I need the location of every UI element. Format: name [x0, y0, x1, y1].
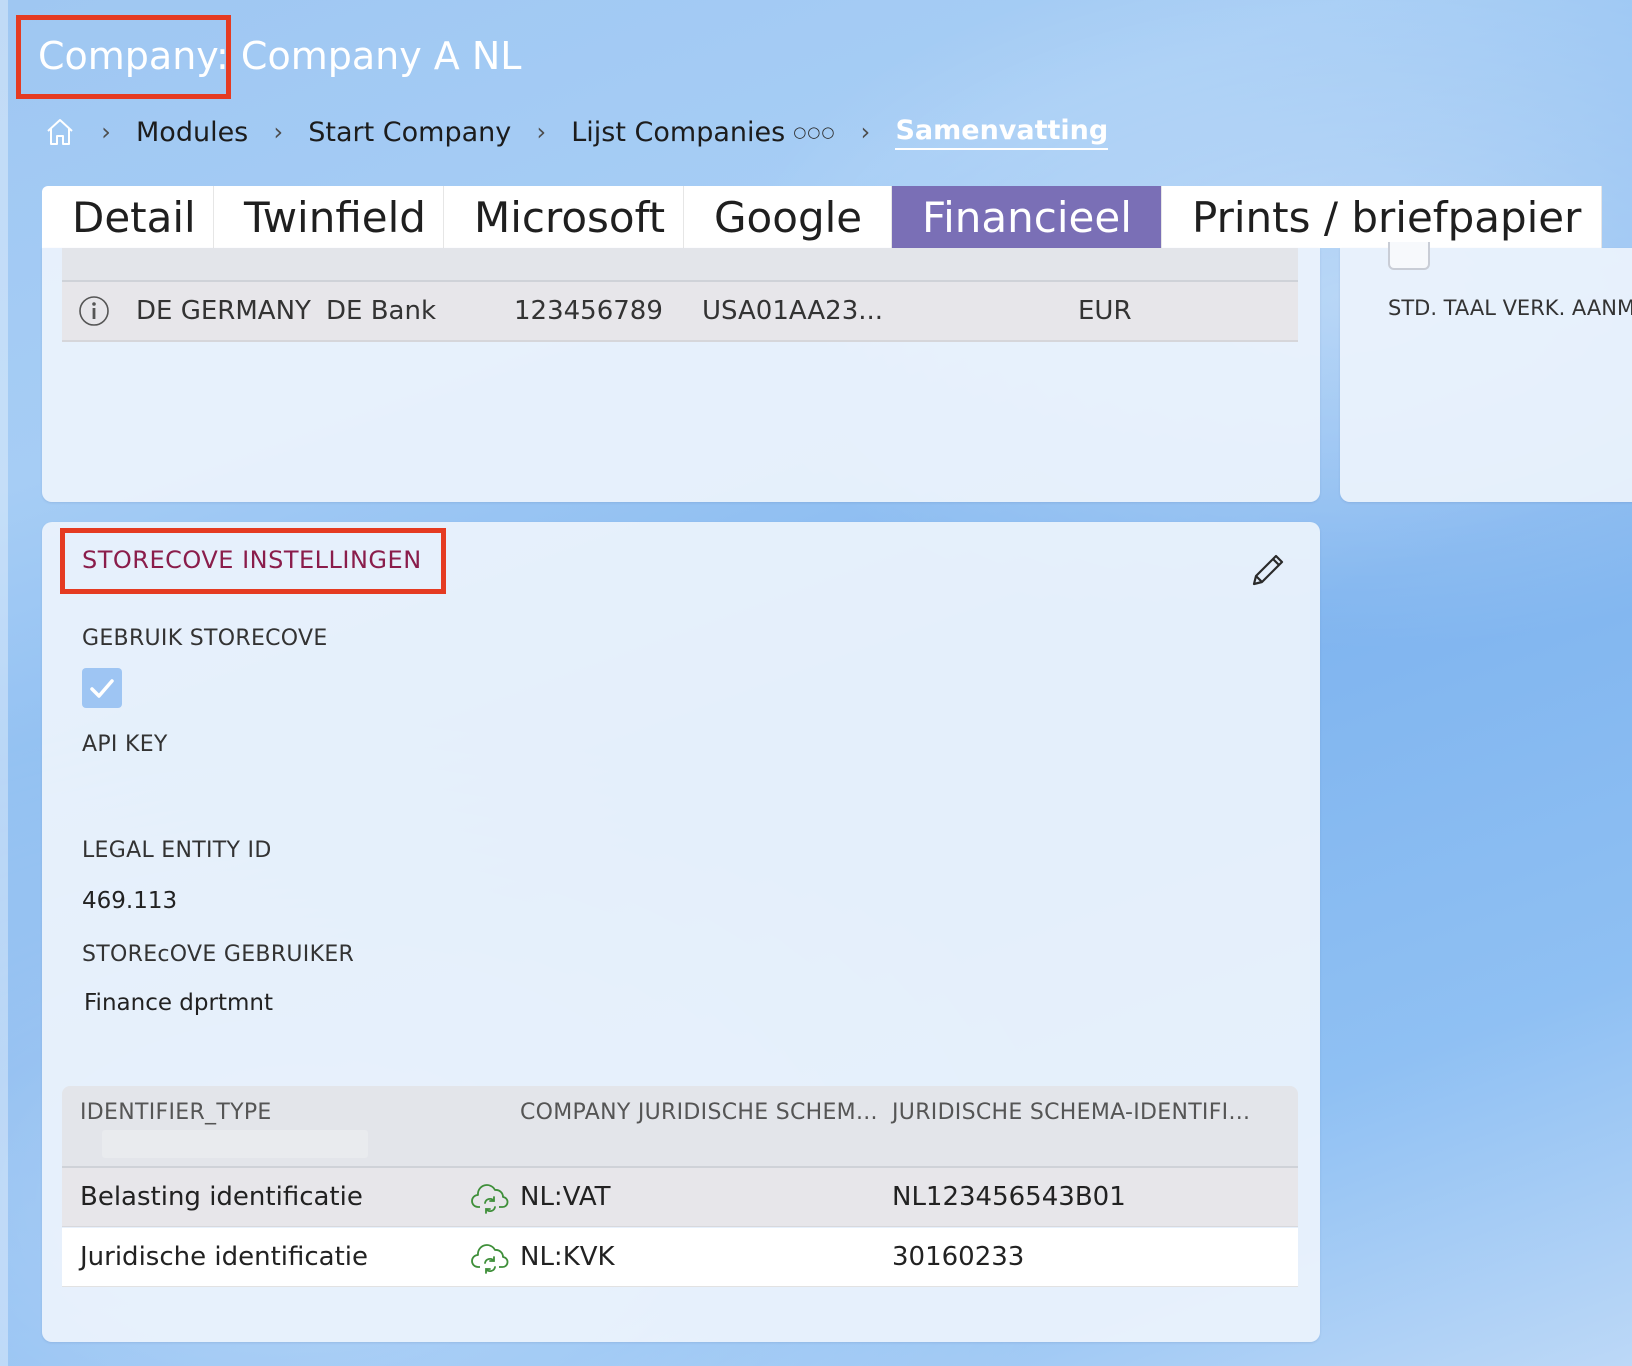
tab-google[interactable]: Google	[684, 186, 892, 248]
bank-number: 123456789	[514, 296, 663, 326]
ellipsis-icon[interactable]: ○○○	[793, 123, 835, 141]
table-row[interactable]: Juridische identificatie NL:KVK 30160233	[62, 1228, 1298, 1287]
column-header-juridische-schema[interactable]: COMPANY JURIDISCHE SCHEM...	[520, 1100, 878, 1125]
cloud-sync-icon[interactable]	[470, 1181, 510, 1215]
bank-iban: USA01AA23...	[702, 296, 884, 326]
chevron-right-icon: ›	[273, 118, 284, 146]
table-row[interactable]: DE GERMANY DE Bank 123456789 USA01AA23..…	[62, 282, 1298, 342]
bank-currency: EUR	[1078, 296, 1132, 326]
field-value-legal-entity-id: 469.113	[82, 888, 178, 914]
bank-name: DE Bank	[326, 296, 437, 326]
annotation-box-title	[16, 15, 231, 99]
chevron-right-icon: ›	[536, 118, 547, 146]
checkmark-icon	[90, 679, 114, 698]
breadcrumb-samenvatting[interactable]: Samenvatting	[895, 115, 1109, 150]
field-value-storecove-gebruiker: Finance dprtmnt	[84, 990, 273, 1016]
column-filter-input[interactable]	[102, 1130, 368, 1158]
tab-bar: Detail Twinfield Microsoft Google Financ…	[42, 186, 1602, 248]
tab-detail[interactable]: Detail	[42, 186, 214, 248]
breadcrumb-start-company[interactable]: Start Company	[308, 117, 511, 148]
identifier-type: Juridische identificatie	[80, 1242, 369, 1272]
breadcrumb-modules[interactable]: Modules	[136, 117, 248, 148]
bank-table-header	[62, 248, 1298, 282]
breadcrumb-lijst-companies[interactable]: Lijst Companies	[571, 117, 785, 148]
column-header-juridische-schema-identifier[interactable]: JURIDISCHE SCHEMA-IDENTIFI...	[892, 1100, 1250, 1125]
identifier-table-header: IDENTIFIER_TYPE COMPANY JURIDISCHE SCHEM…	[62, 1086, 1298, 1168]
table-row[interactable]: Belasting identificatie NL:VAT NL1234565…	[62, 1168, 1298, 1227]
card-right-partial: STD. TAAL VERK. AANM	[1340, 242, 1632, 502]
info-icon[interactable]	[78, 295, 110, 327]
page-title-company: Company A NL	[228, 34, 522, 78]
tab-microsoft[interactable]: Microsoft	[444, 186, 684, 248]
tab-financieel[interactable]: Financieel	[892, 186, 1162, 248]
field-label-legal-entity-id: LEGAL ENTITY ID	[82, 838, 272, 863]
field-label-std-taal: STD. TAAL VERK. AANM	[1388, 296, 1632, 320]
checkbox-partial[interactable]	[1388, 242, 1430, 270]
juridische-schema: NL:VAT	[520, 1182, 611, 1212]
bank-country: DE GERMANY	[136, 296, 311, 326]
tab-twinfield[interactable]: Twinfield	[214, 186, 444, 248]
pencil-icon[interactable]	[1246, 548, 1290, 592]
tab-prints-briefpapier[interactable]: Prints / briefpapier	[1162, 186, 1602, 248]
identifier-type: Belasting identificatie	[80, 1182, 363, 1212]
juridische-schema: NL:KVK	[520, 1242, 615, 1272]
chevron-right-icon: ›	[101, 118, 111, 146]
card-storecove-settings: STORECOVE INSTELLINGEN GEBRUIK STORECOVE…	[42, 522, 1320, 1342]
gebruik-storecove-checkbox[interactable]	[82, 668, 122, 708]
chevron-right-icon: ›	[860, 118, 871, 146]
annotation-box-storecove-title	[60, 528, 446, 594]
field-label-gebruik-storecove: GEBRUIK STORECOVE	[82, 626, 328, 651]
field-label-api-key: API KEY	[82, 732, 168, 757]
cloud-sync-icon[interactable]	[470, 1241, 510, 1275]
juridische-schema-identifier: 30160233	[892, 1242, 1025, 1272]
card-bank-accounts: DE GERMANY DE Bank 123456789 USA01AA23..…	[42, 248, 1320, 502]
field-label-storecove-gebruiker: STOREcOVE GEBRUIKER	[82, 942, 355, 967]
column-header-identifier-type[interactable]: IDENTIFIER_TYPE	[80, 1100, 272, 1125]
home-icon[interactable]	[44, 116, 76, 148]
juridische-schema-identifier: NL123456543B01	[892, 1182, 1126, 1212]
breadcrumb: › Modules › Start Company › Lijst Compan…	[44, 112, 1109, 152]
left-edge-strip	[0, 0, 8, 1366]
